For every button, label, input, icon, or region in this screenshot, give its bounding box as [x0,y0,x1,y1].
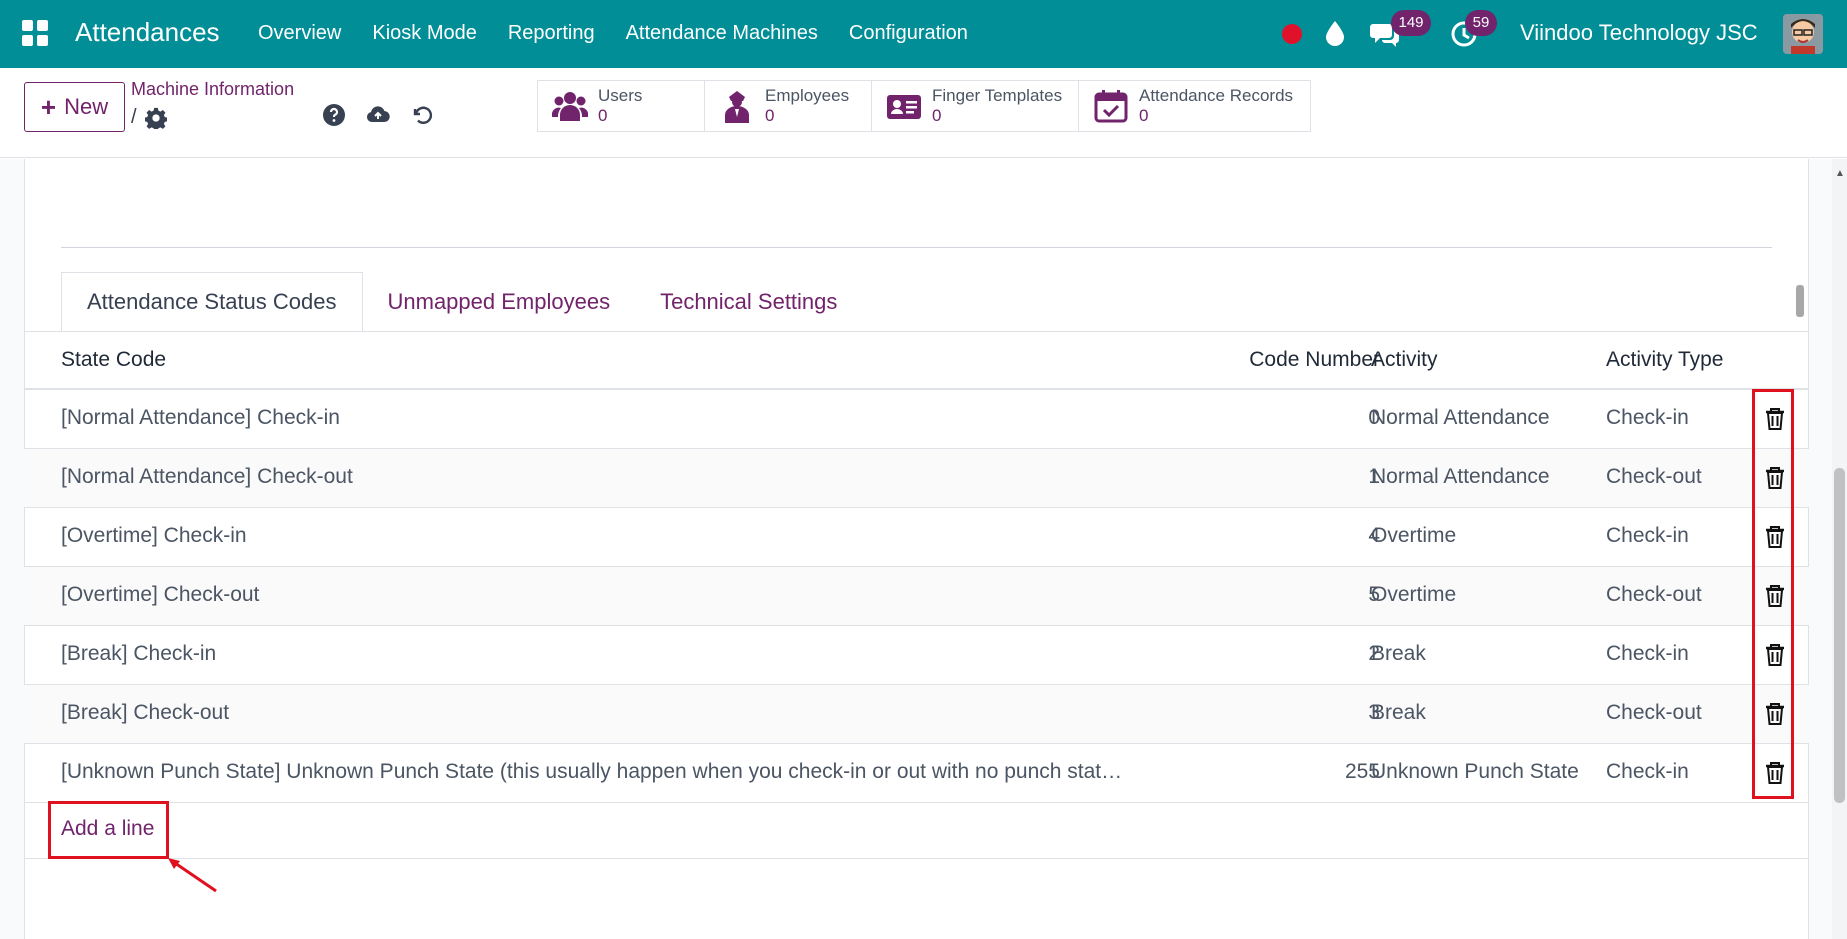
users-smart-button[interactable]: Users 0 [538,81,705,131]
activity-type-cell[interactable]: Check-in [1606,406,1689,430]
cloud-save-icon[interactable] [366,103,390,127]
messages-badge[interactable]: 149 [1391,10,1431,36]
users-icon [552,92,588,121]
top-navbar: Attendances Overview Kiosk Mode Reportin… [0,0,1847,68]
code-number-cell[interactable]: 5 [1124,583,1380,607]
activity-type-cell[interactable]: Check-out [1606,465,1702,489]
menu-item-overview[interactable]: Overview [258,22,341,45]
id-card-icon [887,95,921,119]
code-number-cell[interactable]: 2 [1124,642,1380,666]
state-code-cell[interactable]: [Normal Attendance] Check-in [61,406,1196,430]
menu-item-attendance-machines[interactable]: Attendance Machines [626,22,818,45]
activity-type-cell[interactable]: Check-out [1606,701,1702,725]
app-menu-icon[interactable] [22,20,48,46]
scroll-up-arrow-icon[interactable]: ▲ [1835,168,1845,179]
record-actions [322,103,434,127]
main-menu: Overview Kiosk Mode Reporting Attendance… [258,22,968,45]
table-row[interactable]: [Normal Attendance] Check-out 1 Normal Att… [24,449,1809,508]
activity-type-cell[interactable]: Check-in [1606,524,1689,548]
new-button[interactable]: + New [24,82,125,132]
record-indicator-icon[interactable] [1282,24,1302,44]
activity-cell[interactable]: Overtime [1371,583,1456,607]
activity-type-cell[interactable]: Check-in [1606,760,1689,784]
tab-technical-settings[interactable]: Technical Settings [635,272,862,332]
col-state-code[interactable]: State Code [61,348,166,372]
col-code-number[interactable]: Code Number [1124,348,1380,372]
tabs-scrollbar-thumb[interactable] [1796,285,1804,317]
state-code-cell[interactable]: [Break] Check-in [61,642,1196,666]
breadcrumb-separator: / [131,106,137,128]
col-activity[interactable]: Activity [1371,348,1438,372]
table-row[interactable]: [Break] Check-in 2 Break Check-in [24,626,1809,685]
new-button-label: New [64,94,109,119]
activity-cell[interactable]: Break [1371,701,1426,725]
table-row[interactable]: [Overtime] Check-out 5 Overtime Check-out [24,567,1809,626]
code-number-cell[interactable]: 1 [1124,465,1380,489]
code-number-cell[interactable]: 0 [1124,406,1380,430]
finger-templates-smart-button[interactable]: Finger Templates 0 [872,81,1079,131]
activity-cell[interactable]: Normal Attendance [1371,406,1550,430]
highlight-delete-column [1752,389,1794,799]
attendance-records-label: Attendance Records [1139,86,1294,105]
activity-type-cell[interactable]: Check-out [1606,583,1702,607]
add-line-row [24,801,1809,859]
table-row[interactable]: [Break] Check-out 3 Break Check-out [24,685,1809,744]
activity-cell[interactable]: Break [1371,642,1426,666]
users-label: Users [598,86,643,105]
app-title[interactable]: Attendances [75,17,220,48]
notebook-tabs: Attendance Status Codes Unmapped Employe… [61,272,862,332]
finger-templates-count: 0 [932,106,942,125]
menu-item-configuration[interactable]: Configuration [849,22,968,45]
users-count: 0 [598,106,608,125]
control-panel: + New Machine Information / Users 0 Emplo… [0,68,1847,158]
tab-attendance-status-codes[interactable]: Attendance Status Codes [61,272,363,332]
table-row[interactable]: [Unknown Punch State] Unknown Punch Stat… [24,744,1809,803]
company-switcher[interactable]: Viindoo Technology JSC [1520,20,1758,46]
activity-cell[interactable]: Normal Attendance [1371,465,1550,489]
activity-cell[interactable]: Unknown Punch State [1371,760,1579,784]
plus-icon: + [40,92,57,122]
drop-icon[interactable] [1324,20,1346,46]
menu-item-kiosk-mode[interactable]: Kiosk Mode [372,22,477,45]
attendance-records-smart-button[interactable]: Attendance Records 0 [1079,81,1310,131]
breadcrumb-current: / [131,106,167,129]
menu-item-reporting[interactable]: Reporting [508,22,595,45]
employees-count: 0 [765,106,775,125]
state-code-cell[interactable]: [Break] Check-out [61,701,1196,725]
help-icon[interactable] [322,103,346,127]
table-row[interactable]: [Overtime] Check-in 4 Overtime Check-in [24,508,1809,567]
user-avatar[interactable] [1783,14,1823,54]
employee-icon [725,91,749,123]
highlight-add-line [48,801,169,859]
col-activity-type[interactable]: Activity Type [1606,348,1724,372]
form-separator [61,247,1772,248]
state-code-cell[interactable]: [Normal Attendance] Check-out [61,465,1196,489]
employees-smart-button[interactable]: Employees 0 [705,81,872,131]
page-scrollbar-thumb[interactable] [1834,468,1845,803]
table-header: State Code Code Number Activity Activity… [24,332,1809,390]
discard-undo-icon[interactable] [410,103,434,127]
activities-badge[interactable]: 59 [1465,10,1497,36]
code-number-cell[interactable]: 4 [1124,524,1380,548]
code-number-cell[interactable]: 255 [1124,760,1380,784]
tab-unmapped-employees[interactable]: Unmapped Employees [363,272,636,332]
finger-templates-label: Finger Templates [932,86,1063,105]
table-row[interactable]: [Normal Attendance] Check-in 0 Normal Atte… [24,390,1809,449]
employees-label: Employees [765,86,850,105]
activity-cell[interactable]: Overtime [1371,524,1456,548]
breadcrumb-title[interactable]: Machine Information [131,79,294,100]
annotation-arrow-icon [168,858,217,893]
smart-buttons: Users 0 Employees 0 Finger Templates 0 Atte… [537,80,1311,132]
gear-icon[interactable] [144,107,167,129]
code-number-cell[interactable]: 3 [1124,701,1380,725]
state-code-cell[interactable]: [Unknown Punch State] Unknown Punch Stat… [61,760,1196,784]
activity-type-cell[interactable]: Check-in [1606,642,1689,666]
attendance-records-count: 0 [1139,106,1149,125]
state-code-cell[interactable]: [Overtime] Check-out [61,583,1196,607]
calendar-check-icon [1094,90,1128,123]
state-code-cell[interactable]: [Overtime] Check-in [61,524,1196,548]
